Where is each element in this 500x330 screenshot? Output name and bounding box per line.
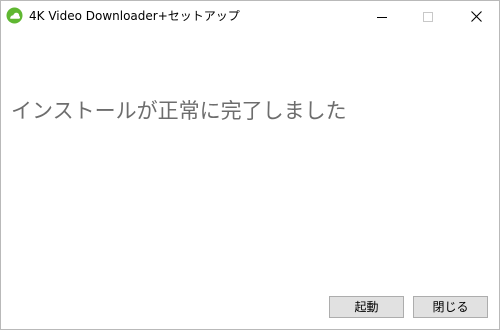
window-title: 4K Video Downloader+セットアップ xyxy=(29,9,240,23)
title-bar[interactable]: 4K Video Downloader+セットアップ xyxy=(1,1,499,32)
close-button[interactable]: 閉じる xyxy=(413,296,488,318)
close-icon xyxy=(470,7,482,26)
close-window-button[interactable] xyxy=(453,1,499,32)
maximize-icon xyxy=(423,7,433,26)
setup-window: 4K Video Downloader+セットアップ インストールが正常に完了し… xyxy=(0,0,500,330)
launch-button[interactable]: 起動 xyxy=(329,296,404,318)
minimize-button[interactable] xyxy=(359,1,405,32)
4k-video-downloader-icon xyxy=(6,7,23,24)
install-complete-message: インストールが正常に完了しました xyxy=(11,99,347,123)
maximize-button xyxy=(405,1,451,32)
minimize-icon xyxy=(377,7,387,26)
